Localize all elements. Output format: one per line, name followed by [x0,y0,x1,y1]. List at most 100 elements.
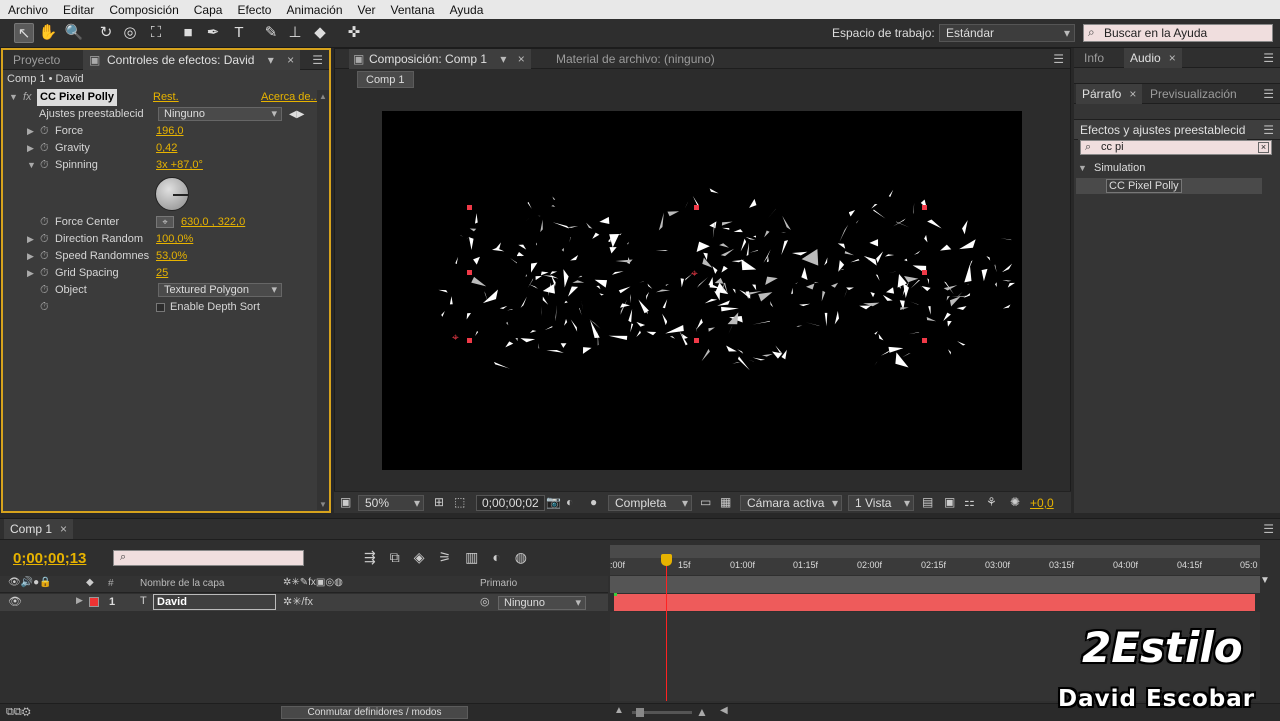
zoom-tool-icon[interactable]: 🔍 [64,23,84,43]
views-dropdown[interactable]: 1 Vista [848,495,914,511]
chevron-down-icon[interactable]: ▼ [1260,575,1270,586]
stopwatch-icon[interactable]: ⏱ [40,282,49,299]
text-tool-icon[interactable]: T [229,23,249,43]
camera-dropdown[interactable]: Cámara activa [740,495,842,511]
menu-editar[interactable]: Editar [55,3,101,17]
menu-efecto[interactable]: Efecto [229,3,278,17]
stopwatch-icon[interactable]: ⏱ [40,231,49,248]
anchor-point-icon[interactable]: ⌖ [452,330,459,345]
scroll-left-icon[interactable]: ◀ [720,705,728,716]
help-search-input[interactable]: ⌕ Buscar en la Ayuda [1083,24,1273,42]
color-channels-icon[interactable]: ● [590,495,597,509]
stopwatch-icon[interactable]: ⏱ [40,214,49,231]
panel-menu-icon[interactable]: ☰ [1263,51,1274,65]
show-snapshot-icon[interactable]: ◐ [566,495,573,509]
playhead[interactable] [660,554,672,701]
camera-snapshot-icon[interactable]: 📷 [546,495,561,509]
effect-result-item[interactable]: CC Pixel Polly [1076,178,1262,194]
layer-handle[interactable] [922,205,927,210]
layer-duration-bar[interactable] [614,594,1255,611]
eye-icon[interactable]: 👁 [8,595,22,608]
zoom-slider[interactable] [632,708,692,717]
stopwatch-icon[interactable]: ⏱ [40,140,49,157]
spinning-dial[interactable] [155,177,189,211]
frame-blending-icon[interactable]: ⚞ [439,549,466,565]
brainstorm-icon[interactable]: ◐ [492,549,514,565]
stopwatch-icon[interactable]: ⏱ [40,265,49,282]
close-icon[interactable]: × [287,53,294,67]
puppet-pin-tool-icon[interactable]: ✜ [344,23,364,43]
crosshair-icon[interactable]: ⌖ [156,216,174,228]
stopwatch-icon[interactable]: ⏱ [40,157,49,174]
disclosure-open-icon[interactable]: ▼ [1078,163,1087,173]
time-ruler[interactable]: :00f 15f 01:00f 01:15f 02:00f 02:15f 03:… [610,558,1260,575]
zoom-out-icon[interactable]: ▲ [614,705,624,716]
transparency-grid-icon[interactable]: ▦ [720,495,731,509]
rotate-tool-icon[interactable]: ↻ [96,23,116,43]
close-icon[interactable]: × [1129,87,1136,101]
panel-menu-icon[interactable]: ☰ [1263,522,1274,536]
anchor-point-icon[interactable]: ⌖ [691,266,698,281]
menu-capa[interactable]: Capa [186,3,230,17]
current-time-display[interactable]: 0;00;00;13 [13,550,86,567]
disclosure-closed-icon[interactable]: ▶ [76,595,83,606]
menu-animacion[interactable]: Animación [278,3,349,17]
pixel-aspect-icon[interactable]: ▤ [922,495,933,509]
param-gravity-value[interactable]: 0,42 [156,140,177,157]
label-color-swatch[interactable] [89,597,99,607]
tab-comp-1[interactable]: Comp 1 × [4,519,74,539]
composition-flowchart-icon[interactable]: ⇶ [364,549,390,565]
region-of-interest-icon[interactable]: ▭ [700,495,711,509]
disclosure-closed-icon[interactable]: ▶ [27,140,34,157]
object-dropdown[interactable]: Textured Polygon [158,283,282,297]
layer-switches-icon[interactable]: ✲✳/fx [283,595,313,608]
menu-ventana[interactable]: Ventana [383,3,442,17]
layer-handle[interactable] [467,338,472,343]
exposure-icon[interactable]: ✺ [1010,495,1020,509]
layer-handle[interactable] [694,205,699,210]
layer-name[interactable]: David [153,594,276,610]
layer-handle[interactable] [467,270,472,275]
disclosure-open-icon[interactable]: ▼ [27,157,36,174]
clear-search-icon[interactable]: × [1258,142,1269,153]
layer-handle[interactable] [922,338,927,343]
exposure-value[interactable]: +0,0 [1030,496,1054,510]
menu-composicion[interactable]: Composición [101,3,185,17]
tab-footage[interactable]: Material de archivo: (ninguno) [550,49,721,69]
camera-tool-icon[interactable]: ◎ [120,23,140,43]
disclosure-closed-icon[interactable]: ▶ [27,248,34,265]
chevron-down-icon[interactable]: ▼ [319,500,327,509]
hide-shy-layers-icon[interactable]: ◈ [414,549,439,565]
category-simulation[interactable]: ▼ Simulation [1078,162,1145,174]
toggle-switches-modes-button[interactable]: Conmutar definidores / modos [281,706,468,719]
param-grid-spacing-value[interactable]: 25 [156,265,168,282]
zoom-dropdown[interactable]: 50% [358,495,424,511]
effects-search-input[interactable]: ⌕ cc pi × [1080,140,1272,155]
param-direction-random-value[interactable]: 100,0% [156,231,193,248]
draft-3d-icon[interactable]: ⧉ [390,549,414,565]
grid-icon[interactable]: ⊞ [434,495,444,509]
param-spinning-value[interactable]: 3x +87,0° [156,157,203,174]
stopwatch-icon[interactable]: ⏱ [40,299,49,316]
parent-dropdown[interactable]: Ninguno [498,596,586,610]
layer-search-input[interactable]: ⌕ [113,550,304,566]
menu-ver[interactable]: Ver [350,3,383,17]
chevron-up-icon[interactable]: ▲ [319,92,327,101]
pan-behind-tool-icon[interactable]: ⛶ [146,23,166,43]
tab-info[interactable]: Info [1078,48,1110,68]
close-icon[interactable]: × [60,522,67,536]
mask-icon[interactable]: ⬚ [454,495,465,509]
about-link[interactable]: Acerca de... [261,89,320,106]
playhead-handle[interactable] [660,554,672,566]
brush-tool-icon[interactable]: ✎ [261,23,281,43]
rectangle-tool-icon[interactable]: ■ [178,23,198,43]
close-icon[interactable]: × [1169,51,1176,65]
safe-area-icon[interactable]: ▣ [340,495,351,509]
param-force-value[interactable]: 196,0 [156,123,184,140]
menu-ayuda[interactable]: Ayuda [442,3,491,17]
layer-handle[interactable] [922,270,927,275]
panel-menu-icon[interactable]: ☰ [1263,87,1274,101]
tab-proyecto[interactable]: Proyecto [7,50,66,70]
work-area-bar[interactable] [610,545,1260,558]
close-icon[interactable]: × [518,52,525,66]
